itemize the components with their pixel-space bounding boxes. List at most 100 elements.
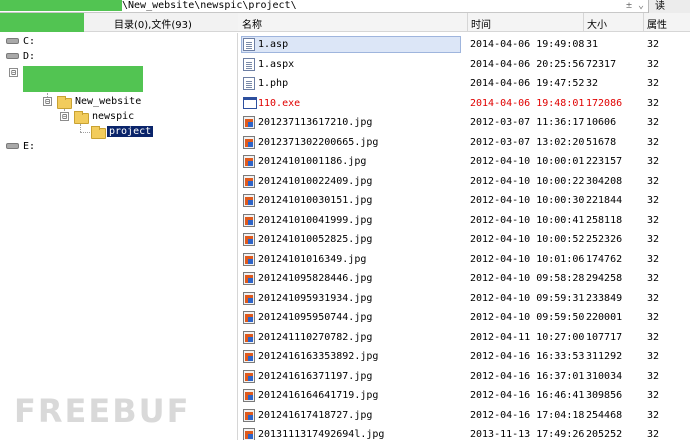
tree-item-drive-e[interactable]: E:	[6, 140, 35, 154]
collapse-icon[interactable]: ⊟	[60, 111, 69, 121]
file-row[interactable]: 2012416164641719.jpg 2012-04-16 16:46:41 3…	[238, 386, 690, 406]
column-time-header[interactable]: 时间	[471, 16, 491, 31]
file-attr: 32	[647, 409, 660, 421]
file-row[interactable]: 20124101001186.jpg 2012-04-10 10:00:01 223…	[238, 152, 690, 172]
file-row[interactable]: 2012416163353892.jpg 2012-04-16 16:33:53 3…	[238, 347, 690, 367]
file-row[interactable]: 20124101016349.jpg 2012-04-10 10:01:06 174…	[238, 250, 690, 270]
tree-label-project[interactable]: project	[107, 126, 154, 137]
file-size: 221844	[586, 195, 623, 206]
file-size: 205252	[586, 429, 623, 440]
file-name: 20124101016349.jpg	[258, 253, 367, 265]
file-size: 72317	[586, 58, 617, 70]
drive-icon	[6, 53, 19, 59]
file-attr: 32	[647, 234, 660, 245]
file-size: 258118	[586, 214, 623, 226]
file-name: 201241010052825.jpg	[258, 234, 373, 245]
file-row[interactable]: 201241010052825.jpg 2012-04-10 10:00:52 25…	[238, 230, 690, 250]
file-size: 107717	[586, 331, 623, 343]
file-name: 2012371302200665.jpg	[258, 136, 379, 148]
file-name: 201241010022409.jpg	[258, 175, 373, 187]
tree-item-new-website[interactable]: ⊟	[43, 95, 52, 109]
file-time: 2012-04-10 10:00:52	[470, 234, 585, 245]
image-icon	[243, 408, 255, 422]
file-attr: 32	[647, 97, 660, 109]
file-row[interactable]: 1.aspx 2014-04-06 20:25:56 72317 32	[238, 55, 690, 75]
drive-label: E:	[23, 141, 36, 152]
file-time: 2013-11-13 17:49:26	[470, 429, 585, 440]
file-attr: 32	[647, 312, 660, 323]
image-icon	[243, 135, 255, 149]
file-row[interactable]: 201241095828446.jpg 2012-04-10 09:58:28 29…	[238, 269, 690, 289]
tree-expander-d[interactable]: ⊟	[9, 66, 18, 80]
tree-label-newspic[interactable]: newspic	[92, 110, 134, 124]
image-icon	[243, 155, 255, 168]
file-name: 2012416164641719.jpg	[258, 390, 379, 401]
watermark-logo: FREEBUF	[14, 392, 191, 430]
tree-label-new-website[interactable]: New_website	[75, 95, 141, 109]
read-button[interactable]: 读	[648, 0, 690, 13]
file-attr: 32	[647, 292, 660, 304]
column-name-header[interactable]: 名称	[242, 16, 262, 31]
file-row[interactable]: 1.asp 2014-04-06 19:49:08 31 32	[238, 35, 690, 55]
image-icon	[243, 428, 255, 440]
file-name: 201237113617210.jpg	[258, 117, 373, 128]
file-size: 252326	[586, 234, 623, 245]
column-divider[interactable]	[467, 13, 468, 32]
redacted-path-prefix	[0, 0, 122, 11]
file-name: 201241095950744.jpg	[258, 312, 373, 323]
file-size: 309856	[586, 390, 623, 401]
file-row[interactable]: 201241010022409.jpg 2012-04-10 10:00:22 30…	[238, 172, 690, 192]
redacted-header-block	[0, 13, 84, 32]
collapse-icon[interactable]: ⊟	[9, 67, 18, 77]
folder-icon	[57, 96, 72, 109]
file-time: 2012-04-10 10:01:06	[470, 253, 585, 265]
file-row[interactable]: 2013111317492694l.jpg 2013-11-13 17:49:26…	[238, 425, 690, 440]
file-time: 2012-04-10 09:58:28	[470, 273, 585, 284]
file-row[interactable]: 201241010030151.jpg 2012-04-10 10:00:30 22…	[238, 191, 690, 211]
column-divider[interactable]	[643, 13, 644, 32]
tree-item-drive-c[interactable]: C:	[6, 35, 35, 49]
file-row[interactable]: 201241010041999.jpg 2012-04-10 10:00:41 25…	[238, 211, 690, 231]
address-controls[interactable]: ± ⌄	[626, 0, 644, 12]
file-name: 1.aspx	[258, 58, 295, 70]
collapse-icon[interactable]: ⊟	[43, 96, 52, 106]
column-divider[interactable]	[583, 13, 584, 32]
file-size: 254468	[586, 409, 623, 421]
file-attr: 32	[647, 351, 660, 362]
image-icon	[243, 233, 255, 246]
file-name: 20124101001186.jpg	[258, 156, 367, 167]
application-icon	[243, 96, 257, 109]
address-bar[interactable]: \New_website\newspic\project\ ± ⌄ 读	[0, 0, 690, 13]
file-row[interactable]: 201237113617210.jpg 2012-03-07 11:36:17 10…	[238, 113, 690, 133]
file-attr: 32	[647, 117, 660, 128]
file-size: 32	[586, 78, 599, 89]
column-attr-header[interactable]: 属性	[647, 16, 667, 31]
image-icon	[243, 213, 255, 227]
file-row[interactable]: 201241617418727.jpg 2012-04-16 17:04:18 25…	[238, 406, 690, 426]
column-size-header[interactable]: 大小	[587, 16, 607, 31]
tree-item-newspic[interactable]: ⊟	[60, 110, 69, 124]
file-size: 10606	[586, 117, 617, 128]
file-attr: 32	[647, 78, 660, 89]
image-icon	[243, 272, 255, 285]
file-row[interactable]: 201241095931934.jpg 2012-04-10 09:59:31 23…	[238, 289, 690, 309]
tree-item-drive-d[interactable]: D:	[6, 50, 35, 64]
tree-connector	[80, 132, 90, 133]
file-row[interactable]: 201241095950744.jpg 2012-04-10 09:59:50 22…	[238, 308, 690, 328]
address-path[interactable]: \New_website\newspic\project\	[122, 0, 297, 12]
image-icon	[243, 311, 255, 324]
file-name: 201241617418727.jpg	[258, 409, 373, 421]
tree-item-project[interactable]: project	[107, 125, 154, 139]
file-row[interactable]: 2012371302200665.jpg 2012-03-07 13:02:20 5…	[238, 133, 690, 153]
file-time: 2012-03-07 13:02:20	[470, 136, 585, 148]
file-name: 1.asp	[258, 39, 289, 50]
file-name: 201241110270782.jpg	[258, 331, 373, 343]
redacted-tree-folder	[23, 66, 143, 92]
file-row[interactable]: 110.exe 2014-04-06 19:48:01 172086 32	[238, 94, 690, 114]
file-row[interactable]: 201241616371197.jpg 2012-04-16 16:37:01 31…	[238, 367, 690, 387]
file-time: 2012-04-10 09:59:50	[470, 312, 585, 323]
script-icon	[243, 38, 255, 51]
image-icon	[243, 116, 255, 129]
file-row[interactable]: 1.php 2014-04-06 19:47:52 32 32	[238, 74, 690, 94]
file-row[interactable]: 201241110270782.jpg 2012-04-11 10:27:00 10…	[238, 328, 690, 348]
